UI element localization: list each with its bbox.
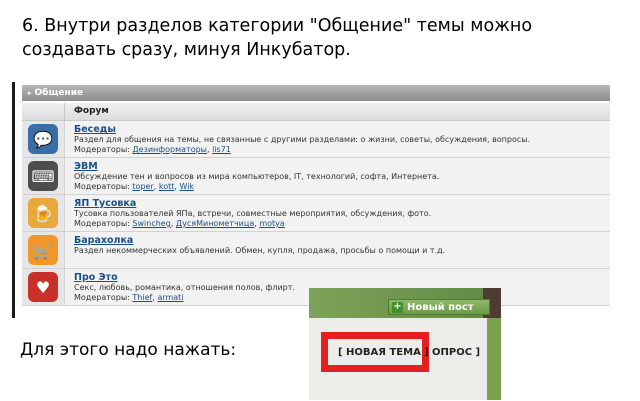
moderators-line: Модераторы: toper, kott, Wik	[74, 182, 195, 191]
forum-description: Обсуждение тен и вопросов из мира компью…	[74, 172, 440, 181]
new-post-button[interactable]: + Новый пост	[388, 299, 490, 315]
collapse-arrow-icon: ▸	[28, 89, 32, 97]
moderator-link[interactable]: Thief	[132, 293, 152, 302]
forum-description: Раздел некоммерческих объявлений. Обмен,…	[74, 246, 446, 255]
heart-icon: ♥	[28, 272, 58, 302]
forum-description: Секс, любовь, романтика, отношения полов…	[74, 283, 295, 292]
moderator-link[interactable]: motya	[259, 219, 284, 228]
poll-button[interactable]: ОПРОС ]	[432, 347, 480, 358]
moderators-line: Модераторы: Thief, armati	[74, 293, 184, 302]
forum-link-yap-tusovka[interactable]: ЯП Тусовка	[74, 198, 136, 209]
moderators-label: Модераторы:	[74, 293, 130, 302]
shopping-cart-icon: 🛒	[28, 235, 58, 265]
forum-description: Раздел для общения на темы, не связанные…	[74, 135, 531, 144]
plus-icon: +	[392, 301, 403, 313]
category-bar[interactable]: ▸ Общение	[22, 85, 610, 101]
moderator-link[interactable]: Swincheg	[132, 219, 170, 228]
forum-link-pro-eto[interactable]: Про Это	[74, 272, 118, 283]
forum-link-besedy[interactable]: Беседы	[74, 124, 116, 135]
moderator-link[interactable]: lis71	[212, 145, 231, 154]
moderator-link[interactable]: Дезинформаторы	[132, 145, 207, 154]
forum-description: Тусовка пользователей ЯПа, встречи, совм…	[74, 209, 432, 218]
moderators-line: Модераторы: Дезинформаторы, lis71	[74, 145, 231, 154]
moderators-label: Модераторы:	[74, 219, 130, 228]
beer-mug-icon: 🍺	[28, 198, 58, 228]
chat-bubbles-icon: 💬	[28, 124, 58, 154]
forum-column-header: Форум	[22, 103, 610, 121]
forum-link-baraholka[interactable]: Барахолка	[74, 235, 133, 246]
forum-link-evm[interactable]: ЭВМ	[74, 161, 98, 172]
moderator-link[interactable]: toper	[132, 182, 153, 191]
new-post-label: Новый пост	[407, 302, 474, 313]
moderator-link[interactable]: armati	[157, 293, 183, 302]
instruction-text: Для этого надо нажать:	[20, 340, 237, 360]
category-title: Общение	[34, 88, 84, 98]
moderators-label: Модераторы:	[74, 182, 130, 191]
new-topic-button[interactable]: [ НОВАЯ ТЕМА ]	[338, 347, 429, 358]
keyboard-icon: ⌨	[28, 161, 58, 191]
forum-row: 🍺 ЯП Тусовка Тусовка пользователей ЯПа, …	[22, 195, 610, 232]
forum-column-title: Форум	[74, 106, 109, 116]
forum-row: ⌨ ЭВМ Обсуждение тен и вопросов из мира …	[22, 158, 610, 195]
buttons-inset-screenshot: + Новый пост [ НОВАЯ ТЕМА ] ОПРОС ]	[309, 288, 501, 400]
moderator-link[interactable]: ДусяМинометчица	[176, 219, 254, 228]
heading-line-1: 6. Внутри разделов категории "Общение" т…	[22, 16, 533, 36]
moderators-label: Модераторы:	[74, 145, 130, 154]
moderator-link[interactable]: Wik	[179, 182, 194, 191]
forum-row: 🛒 Барахолка Раздел некоммерческих объявл…	[22, 232, 610, 269]
heading-line-2: создавать сразу, минуя Инкубатор.	[22, 40, 351, 60]
forum-row: 💬 Беседы Раздел для общения на темы, не …	[22, 121, 610, 158]
heading: 6. Внутри разделов категории "Общение" т…	[22, 14, 622, 62]
icon-column-header	[22, 103, 65, 120]
forum-screenshot: ▸ Общение Форум 💬 Беседы Раздел для общен…	[12, 82, 610, 318]
moderators-line: Модераторы: Swincheg, ДусяМинометчица, m…	[74, 219, 285, 228]
moderator-link[interactable]: kott	[159, 182, 175, 191]
